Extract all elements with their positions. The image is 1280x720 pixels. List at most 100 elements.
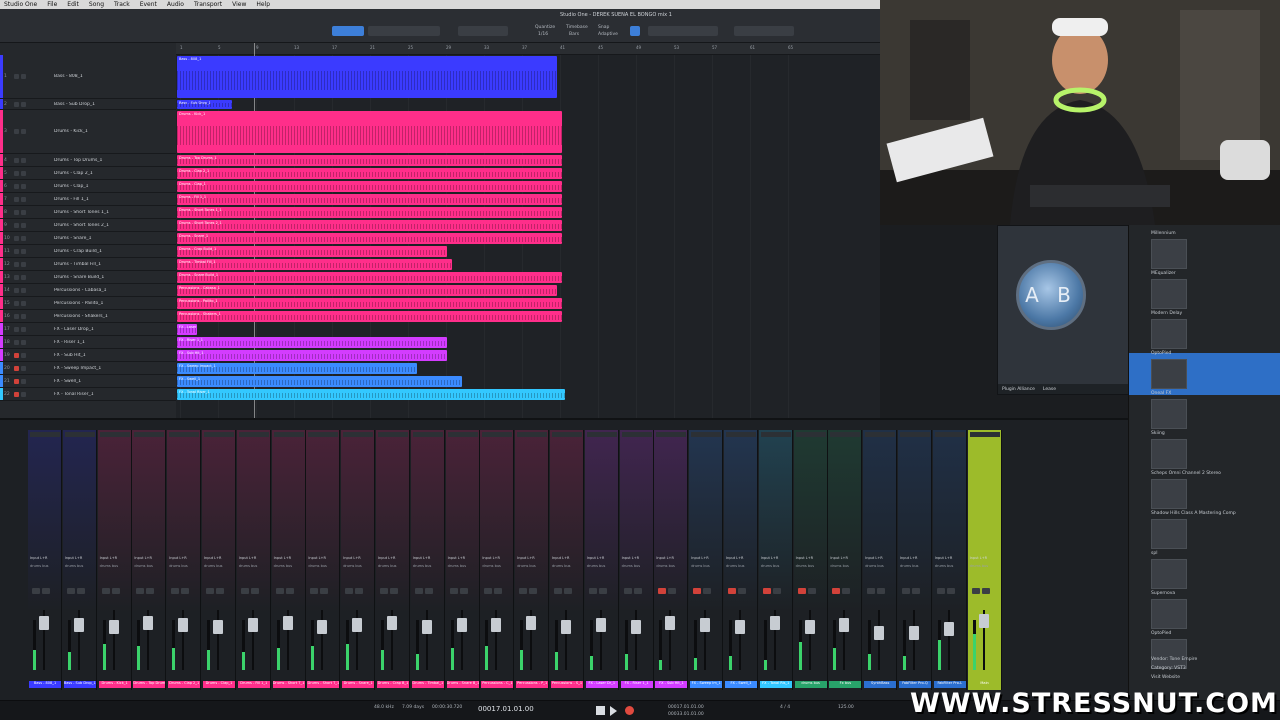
solo-button[interactable] — [807, 588, 816, 594]
track-header[interactable]: 4 Drums - Top Drums_1 — [0, 154, 176, 167]
output-bus-label[interactable]: drums bus — [239, 564, 258, 568]
solo-button[interactable] — [598, 588, 607, 594]
mixer-channel-strip[interactable]: Input L+R drums bus Bass - 808_1 — [28, 430, 62, 690]
solo-button[interactable] — [21, 391, 26, 397]
browser-info-line[interactable]: Visit Website — [1151, 675, 1180, 680]
output-bus-label[interactable]: drums bus — [865, 564, 884, 568]
solo-button[interactable] — [21, 129, 26, 134]
input-label[interactable]: Input L+R — [274, 556, 292, 560]
solo-button[interactable] — [42, 588, 50, 594]
inserts-slot[interactable] — [969, 432, 1000, 437]
input-label[interactable]: Input L+R — [517, 556, 535, 560]
browser-item[interactable]: spl — [1151, 551, 1157, 556]
inserts-slot[interactable] — [447, 432, 478, 437]
fader-handle[interactable] — [943, 622, 954, 636]
solo-button[interactable] — [633, 588, 642, 594]
fader-track[interactable] — [878, 610, 881, 670]
inserts-slot[interactable] — [760, 432, 791, 437]
output-bus-label[interactable]: drums bus — [796, 564, 815, 568]
fader-handle[interactable] — [108, 620, 119, 634]
inserts-slot[interactable] — [656, 432, 687, 437]
timeline-ruler[interactable]: 1 5 9 13 17 21 25 29 33 37 41 45 49 53 57 61 65 — [176, 43, 880, 55]
stop-icon[interactable] — [596, 706, 605, 715]
solo-button[interactable] — [668, 588, 677, 594]
audio-clip[interactable]: FX - Laser Drop_1 — [177, 324, 197, 335]
mute-button[interactable] — [206, 588, 214, 594]
record-icon[interactable] — [625, 706, 634, 715]
input-label[interactable]: Input L+R — [482, 556, 500, 560]
mixer-channel-strip[interactable]: Input L+R drums bus Percussions - P_1 — [515, 430, 550, 690]
track-header[interactable]: 12 Drums - Timbal Fill_1 — [0, 258, 176, 271]
mixer-channel-strip[interactable]: Input L+R drums bus FabFilter Pro-Q — [898, 430, 932, 690]
fader-handle[interactable] — [39, 616, 49, 630]
audio-clip[interactable]: Percussions - Pailito_1 — [177, 298, 562, 309]
mixer-channel-strip[interactable]: Input L+R drums bus Drums - Fill 1_1 — [236, 430, 271, 690]
solo-button[interactable] — [21, 287, 26, 293]
output-bus-label[interactable]: drums bus — [656, 564, 675, 568]
menu-item[interactable]: Edit — [67, 1, 79, 8]
output-bus-label[interactable]: drums bus — [552, 564, 571, 568]
solo-button[interactable] — [21, 222, 26, 228]
inserts-slot[interactable] — [204, 432, 234, 437]
output-bus-label[interactable]: drums bus — [100, 564, 119, 568]
audio-clip[interactable]: FX - Tonal Riser_1 — [177, 389, 565, 400]
fader-handle[interactable] — [387, 616, 397, 630]
solo-button[interactable] — [21, 313, 26, 319]
mute-button[interactable] — [136, 588, 145, 594]
audio-clip[interactable]: Drums - Top Drums_1 — [177, 155, 562, 166]
track-header[interactable]: 11 Drums - Crap Build_1 — [0, 245, 176, 258]
mute-button[interactable] — [971, 588, 980, 594]
solo-button[interactable] — [21, 74, 26, 79]
mute-button[interactable] — [14, 74, 19, 79]
audio-clip[interactable]: Percussions - Cabasa_1 — [177, 285, 557, 296]
inserts-slot[interactable] — [517, 432, 548, 437]
mute-button[interactable] — [14, 339, 19, 345]
fader-handle[interactable] — [561, 620, 571, 634]
input-label[interactable]: Input L+R — [587, 556, 605, 560]
input-label[interactable]: Input L+R — [308, 556, 326, 560]
input-label[interactable]: Input L+R — [65, 556, 83, 560]
solo-button[interactable] — [146, 588, 155, 594]
mute-button[interactable] — [14, 183, 19, 189]
audio-clip[interactable]: Drums - Crap Build_1 — [177, 246, 447, 257]
input-label[interactable]: Input L+R — [413, 556, 431, 560]
mixer-channel-strip[interactable]: Input L+R drums bus FX - Swell_1 — [724, 430, 758, 690]
solo-button[interactable] — [912, 588, 920, 594]
mute-button[interactable] — [345, 588, 354, 594]
mute-button[interactable] — [449, 588, 458, 594]
solo-button[interactable] — [111, 588, 120, 594]
mute-button[interactable] — [797, 588, 806, 594]
input-label[interactable]: Input L+R — [239, 556, 257, 560]
output-bus-label[interactable]: drums bus — [378, 564, 397, 568]
track-header[interactable]: 7 Drums - Fill 1_1 — [0, 193, 176, 206]
track-header[interactable]: 17 FX - Laser Drop_1 — [0, 323, 176, 336]
input-label[interactable]: Input L+R — [378, 556, 396, 560]
inserts-slot[interactable] — [482, 432, 513, 437]
mixer-channel-strip[interactable]: Input L+R drums bus Drums - Snare B_1 — [445, 430, 480, 690]
output-bus-label[interactable]: drums bus — [935, 564, 954, 568]
mixer-channel-strip[interactable]: Input L+R drums bus Drums - Crap B_1 — [376, 430, 410, 690]
audio-clip[interactable]: Drums - Clap_1 — [177, 181, 562, 192]
mixer-channel-strip[interactable]: Input L+R drums bus Drums - Kick_1 — [97, 430, 132, 690]
inserts-slot[interactable] — [238, 432, 269, 437]
output-bus-label[interactable]: drums bus — [900, 564, 919, 568]
track-header[interactable]: 6 Drums - Clap_1 — [0, 180, 176, 193]
output-bus-label[interactable]: drums bus — [622, 564, 641, 568]
mute-button[interactable] — [66, 588, 75, 594]
mixer-channel-strip[interactable]: Input L+R drums bus Drums - Snare_1 — [341, 430, 376, 690]
browser-item[interactable]: OptoPied — [1151, 351, 1171, 356]
track-header[interactable]: 13 Drums - Snare Build_1 — [0, 271, 176, 284]
track-header[interactable]: 14 Percussions - Cabasa_1 — [0, 284, 176, 297]
mute-button[interactable] — [14, 287, 19, 293]
mute-button[interactable] — [832, 588, 841, 594]
audio-clip[interactable]: Drums - Clap 2_1 — [177, 168, 562, 179]
solo-button[interactable] — [424, 588, 433, 594]
quantize-value[interactable]: 1/16 — [538, 32, 548, 37]
tempo[interactable]: 125.00 — [838, 705, 854, 710]
mute-button[interactable] — [484, 588, 493, 594]
mute-button[interactable] — [14, 313, 19, 319]
solo-button[interactable] — [390, 588, 398, 594]
output-bus-label[interactable]: drums bus — [691, 564, 710, 568]
mixer-channel-strip[interactable]: Input L+R drums bus FX - Laser Dr_1 — [584, 430, 619, 690]
mixer-channel-strip[interactable]: Input L+R drums bus SynthBass — [863, 430, 898, 690]
